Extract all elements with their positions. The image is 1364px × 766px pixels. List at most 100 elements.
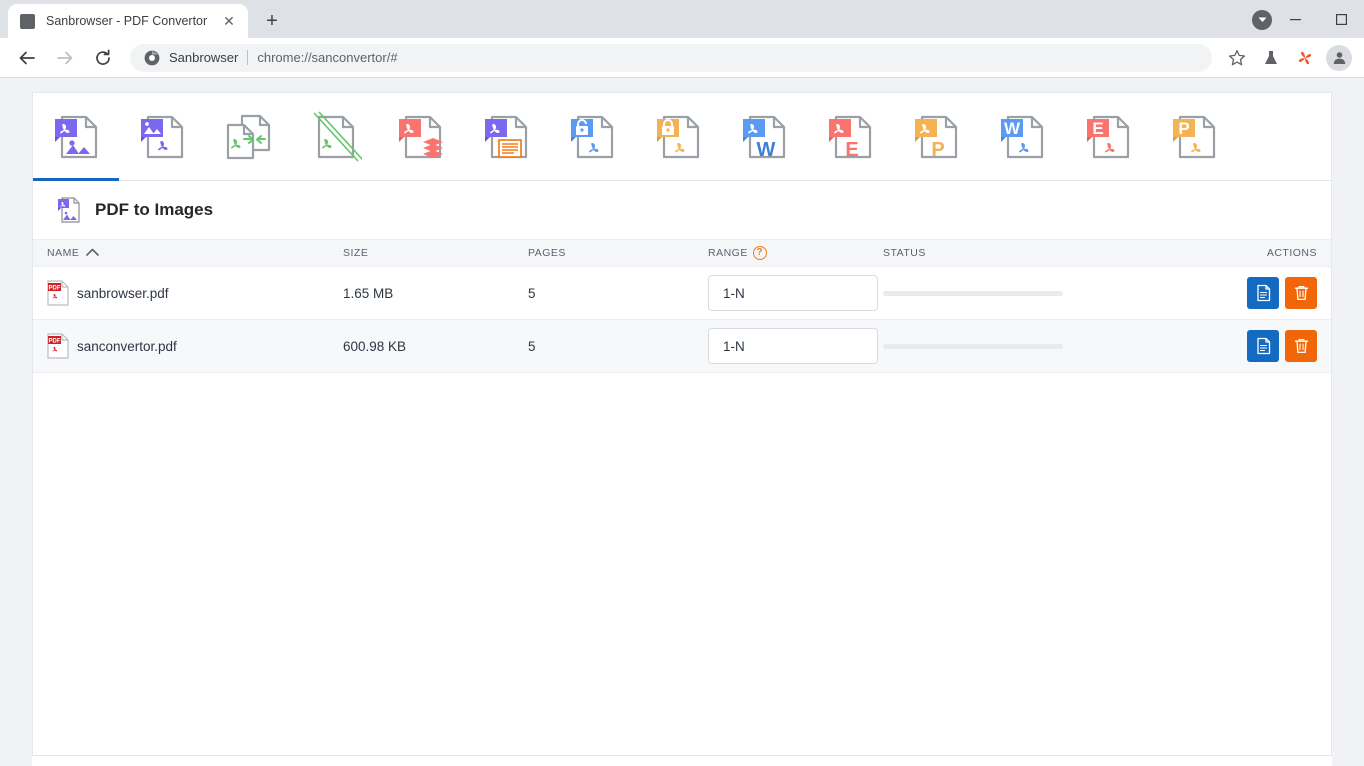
cell-range: 1-N xyxy=(708,328,883,364)
profile-avatar-icon[interactable] xyxy=(1326,44,1352,71)
column-header-size[interactable]: SIZE xyxy=(343,247,528,259)
column-header-actions: ACTIONS xyxy=(1266,247,1317,259)
trash-icon xyxy=(1294,338,1308,354)
omnibox[interactable]: Sanbrowser chrome://sanconvertor/# xyxy=(130,43,1212,72)
compress-pdf-icon xyxy=(399,115,443,158)
tool-pdf-to-images[interactable] xyxy=(33,93,119,181)
pdf-to-excel-icon: E xyxy=(829,115,872,161)
tool-pdf-to-text[interactable] xyxy=(463,93,549,180)
browser-tab[interactable]: Sanbrowser - PDF Convertor ✕ xyxy=(8,4,248,38)
file-name: sanconvertor.pdf xyxy=(77,338,177,354)
cell-size: 1.65 MB xyxy=(343,285,394,301)
range-input[interactable]: 1-N xyxy=(708,275,878,311)
minimize-icon[interactable] xyxy=(1272,0,1318,38)
cell-actions xyxy=(1183,277,1331,309)
svg-text:PDF: PDF xyxy=(49,339,61,345)
word-to-pdf-icon: W xyxy=(1001,115,1044,158)
svg-text:P: P xyxy=(931,139,944,161)
delete-button[interactable] xyxy=(1285,330,1317,362)
forward-arrow-icon xyxy=(48,41,82,75)
cell-status xyxy=(883,290,1183,296)
tool-images-to-pdf[interactable] xyxy=(119,93,205,180)
tool-merge-pdf[interactable] xyxy=(205,93,291,180)
column-header-name[interactable]: NAME xyxy=(33,247,343,259)
tool-split-pdf[interactable] xyxy=(291,93,377,180)
cell-range: 1-N xyxy=(708,275,883,311)
svg-text:E: E xyxy=(1092,119,1103,138)
cell-size: 600.98 KB xyxy=(343,338,407,354)
flask-icon[interactable] xyxy=(1256,43,1286,73)
pdf-to-word-icon: W xyxy=(743,115,786,161)
pdf-file-icon: PDF xyxy=(47,280,69,306)
footer-toolbar: Select Open output folder(default output… xyxy=(32,756,1332,766)
split-pdf-icon xyxy=(313,110,362,162)
tool-unlock-pdf[interactable] xyxy=(549,93,635,180)
tool-excel-to-pdf[interactable]: E xyxy=(1065,93,1151,180)
svg-text:E: E xyxy=(845,139,858,161)
back-arrow-icon[interactable] xyxy=(10,41,44,75)
preview-button[interactable] xyxy=(1247,277,1279,309)
chrome-dropdown-icon[interactable] xyxy=(1252,10,1272,30)
panel-title-bar: PDF to Images xyxy=(33,181,1331,239)
progress-bar xyxy=(883,343,1063,349)
table-row[interactable]: PDF sanconvertor.pdf 600.98 KB 5 1-N xyxy=(33,320,1331,373)
tool-word-to-pdf[interactable]: W xyxy=(979,93,1065,180)
omnibox-separator xyxy=(247,50,249,65)
omnibox-url: chrome://sanconvertor/# xyxy=(257,50,398,65)
tab-favicon xyxy=(20,13,35,29)
table-row[interactable]: PDF sanbrowser.pdf 1.65 MB 5 1-N xyxy=(33,267,1331,320)
lock-pdf-icon xyxy=(657,115,700,158)
cell-name: PDF sanconvertor.pdf xyxy=(33,333,343,359)
cell-pages: 5 xyxy=(528,285,536,301)
document-icon xyxy=(1256,284,1270,302)
file-name: sanbrowser.pdf xyxy=(77,285,169,301)
pdf-to-images-icon xyxy=(58,197,80,223)
svg-text:W: W xyxy=(757,139,776,161)
excel-to-pdf-icon: E xyxy=(1087,115,1130,158)
tool-pdf-to-excel[interactable]: E xyxy=(807,93,893,180)
page-background: W E P W E P PDF to Images NAME SIZE PAGE… xyxy=(0,78,1364,766)
sort-caret-icon[interactable] xyxy=(86,247,100,259)
new-tab-button[interactable]: + xyxy=(258,7,286,35)
cell-actions xyxy=(1183,330,1331,362)
column-label-name: NAME xyxy=(47,247,80,259)
star-icon[interactable] xyxy=(1222,43,1252,73)
file-list: PDF sanbrowser.pdf 1.65 MB 5 1-N PDF san… xyxy=(33,267,1331,755)
cell-name: PDF sanbrowser.pdf xyxy=(33,280,343,306)
delete-button[interactable] xyxy=(1285,277,1317,309)
tool-pdf-to-ppt[interactable]: P xyxy=(893,93,979,180)
svg-text:PDF: PDF xyxy=(49,286,61,292)
pdf-file-icon: PDF xyxy=(47,333,69,359)
tab-title: Sanbrowser - PDF Convertor xyxy=(46,14,208,28)
tool-ppt-to-pdf[interactable]: P xyxy=(1151,93,1237,180)
tool-lock-pdf[interactable] xyxy=(635,93,721,180)
cell-pages: 5 xyxy=(528,338,536,354)
help-icon[interactable]: ? xyxy=(752,246,767,260)
range-input[interactable]: 1-N xyxy=(708,328,878,364)
pinwheel-icon[interactable] xyxy=(1290,43,1320,73)
progress-bar xyxy=(883,290,1063,296)
browser-toolbar: Sanbrowser chrome://sanconvertor/# xyxy=(0,38,1364,78)
document-icon xyxy=(1256,337,1270,355)
svg-text:P: P xyxy=(1178,119,1189,138)
column-header-range[interactable]: RANGE ? xyxy=(708,246,883,260)
column-label-range: RANGE xyxy=(708,247,748,259)
pdf-to-images-icon xyxy=(55,115,98,158)
tool-compress-pdf[interactable] xyxy=(377,93,463,180)
column-header-pages[interactable]: PAGES xyxy=(528,247,708,259)
close-icon[interactable]: ✕ xyxy=(220,12,238,30)
preview-button[interactable] xyxy=(1247,330,1279,362)
tool-pdf-to-word[interactable]: W xyxy=(721,93,807,180)
merge-pdf-icon xyxy=(226,114,271,159)
unlock-pdf-icon xyxy=(571,115,614,158)
page-title: PDF to Images xyxy=(95,200,214,219)
trash-icon xyxy=(1294,285,1308,301)
omnibox-brand: Sanbrowser xyxy=(169,50,239,65)
reload-icon[interactable] xyxy=(86,41,120,75)
chrome-logo-icon xyxy=(144,50,160,65)
cell-status xyxy=(883,343,1183,349)
maximize-icon[interactable] xyxy=(1318,0,1364,38)
window-controls xyxy=(1272,0,1364,38)
ppt-to-pdf-icon: P xyxy=(1173,115,1216,158)
column-header-status[interactable]: STATUS xyxy=(883,247,1183,259)
